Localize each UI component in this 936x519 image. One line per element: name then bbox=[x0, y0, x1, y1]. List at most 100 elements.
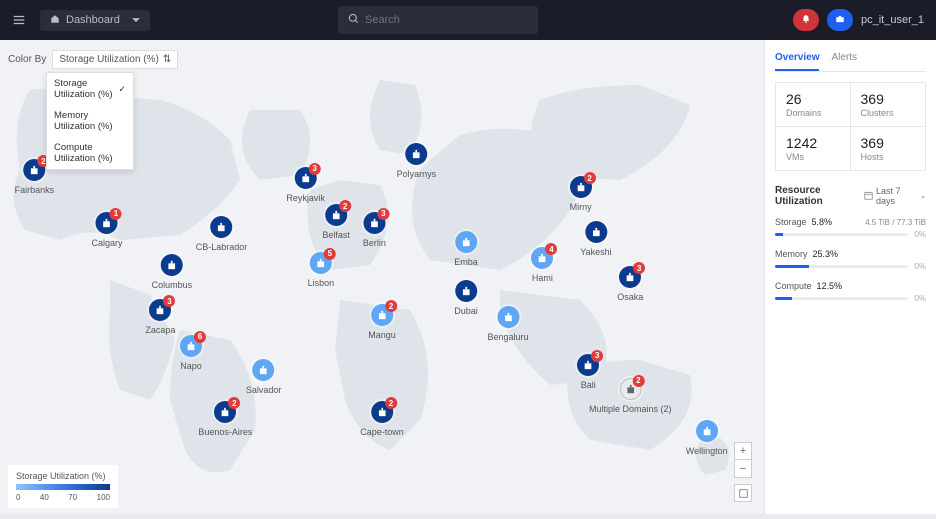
marker-dot[interactable]: 3 bbox=[363, 212, 385, 234]
map-marker[interactable]: 5Lisbon bbox=[308, 252, 335, 288]
dropdown-option-memory[interactable]: Memory Utilization (%) bbox=[47, 105, 133, 137]
stat-domains[interactable]: 26 Domains bbox=[776, 83, 851, 127]
map-marker[interactable]: Columbus bbox=[152, 254, 193, 290]
map-area[interactable]: Color By Storage Utilization (%) ⇅ Stora… bbox=[0, 40, 764, 514]
marker-dot[interactable] bbox=[211, 216, 233, 238]
marker-dot[interactable]: 3 bbox=[577, 354, 599, 376]
marker-dot[interactable]: 1 bbox=[96, 212, 118, 234]
marker-label: Buenos-Aires bbox=[198, 427, 252, 437]
marker-label: Fairbanks bbox=[15, 185, 55, 195]
map-marker[interactable]: 3 Zacapa bbox=[145, 299, 175, 335]
legend-title: Storage Utilization (%) bbox=[16, 471, 110, 481]
dropdown-option-storage[interactable]: Storage Utilization (%) ✓ bbox=[47, 73, 133, 105]
marker-label: Salvador bbox=[246, 385, 282, 395]
marker-dot[interactable] bbox=[585, 221, 607, 243]
marker-dot[interactable]: 6 bbox=[180, 335, 202, 357]
marker-label: Zacapa bbox=[145, 325, 175, 335]
stat-vms[interactable]: 1242 VMs bbox=[776, 127, 851, 170]
hamburger-icon[interactable] bbox=[12, 13, 32, 27]
zoom-out-button[interactable]: − bbox=[734, 460, 752, 478]
marker-badge: 3 bbox=[633, 262, 645, 274]
marker-dot[interactable]: 3 bbox=[295, 167, 317, 189]
marker-dot[interactable] bbox=[405, 143, 427, 165]
marker-label: Berlin bbox=[363, 238, 386, 248]
marker-label: Emba bbox=[454, 257, 478, 267]
marker-label: Osaka bbox=[617, 292, 643, 302]
chevron-down-icon bbox=[132, 14, 140, 26]
map-marker[interactable]: Dubai bbox=[454, 280, 478, 316]
marker-dot[interactable]: 2 bbox=[214, 401, 236, 423]
map-marker[interactable]: 2Cape-town bbox=[360, 401, 404, 437]
marker-badge: 2 bbox=[339, 200, 351, 212]
color-by-select[interactable]: Storage Utilization (%) ⇅ bbox=[52, 50, 178, 69]
search-input[interactable] bbox=[365, 14, 528, 26]
map-marker[interactable]: 3 Osaka bbox=[617, 266, 643, 302]
right-sidebar: Overview Alerts 26 Domains 369 Clusters … bbox=[764, 40, 936, 514]
breadcrumb-dropdown[interactable]: Dashboard bbox=[40, 10, 150, 31]
color-by-label: Color By bbox=[8, 54, 46, 65]
marker-label: Hami bbox=[531, 273, 553, 283]
sidebar-tabs: Overview Alerts bbox=[775, 48, 926, 72]
chevron-down-icon: ⌄ bbox=[920, 192, 926, 200]
stat-clusters[interactable]: 369 Clusters bbox=[851, 83, 926, 127]
tab-alerts[interactable]: Alerts bbox=[831, 48, 857, 71]
marker-dot[interactable]: 3 bbox=[619, 266, 641, 288]
map-marker[interactable]: 6Napo bbox=[180, 335, 202, 371]
marker-dot[interactable]: 2 bbox=[371, 304, 393, 326]
marker-label: Reykjavik bbox=[286, 193, 325, 203]
marker-badge: 2 bbox=[584, 172, 596, 184]
dropdown-option-compute[interactable]: Compute Utilization (%) bbox=[47, 137, 133, 169]
marker-dot[interactable]: 4 bbox=[531, 247, 553, 269]
map-marker[interactable]: Emba bbox=[454, 231, 478, 267]
check-icon: ✓ bbox=[118, 84, 126, 95]
map-marker[interactable]: 2Belfast bbox=[322, 204, 350, 240]
fullscreen-button[interactable] bbox=[734, 484, 752, 502]
marker-label: Mangu bbox=[368, 330, 396, 340]
marker-dot[interactable]: 2 bbox=[371, 401, 393, 423]
marker-label: Polyarnys bbox=[397, 169, 437, 179]
marker-dot[interactable] bbox=[497, 306, 519, 328]
marker-dot[interactable] bbox=[455, 231, 477, 253]
map-marker[interactable]: 4 Hami bbox=[531, 247, 553, 283]
util-memory: Memory 25.3% 0% bbox=[775, 249, 926, 271]
marker-dot[interactable] bbox=[161, 254, 183, 276]
map-marker[interactable]: 3 Reykjavik bbox=[286, 167, 325, 203]
map-marker[interactable]: 1Calgary bbox=[91, 212, 122, 248]
map-marker[interactable]: 2Multiple Domains (2) bbox=[589, 378, 672, 414]
zoom-in-button[interactable]: + bbox=[734, 442, 752, 460]
marker-dot[interactable] bbox=[253, 359, 275, 381]
resource-utilization-header: Resource Utilization Last 7 days ⌄ bbox=[775, 185, 926, 207]
map-marker[interactable]: Salvador bbox=[246, 359, 282, 395]
tab-overview[interactable]: Overview bbox=[775, 48, 819, 71]
marker-dot[interactable]: 2 bbox=[325, 204, 347, 226]
map-marker[interactable]: CB-Labrador bbox=[196, 216, 248, 252]
marker-badge: 2 bbox=[228, 397, 240, 409]
marker-dot[interactable]: 2 bbox=[619, 378, 641, 400]
marker-dot[interactable]: 2 bbox=[570, 176, 592, 198]
map-marker[interactable]: Yakeshi bbox=[580, 221, 611, 257]
user-label[interactable]: pc_it_user_1 bbox=[861, 14, 924, 26]
toolbox-button[interactable] bbox=[827, 9, 853, 31]
map-marker[interactable]: 3 Berlin bbox=[363, 212, 386, 248]
util-compute: Compute 12.5% 0% bbox=[775, 281, 926, 303]
map-marker[interactable]: 2Mirny bbox=[570, 176, 592, 212]
top-header: Dashboard pc_it_user_1 bbox=[0, 0, 936, 40]
map-marker[interactable]: 2 Buenos-Aires bbox=[198, 401, 252, 437]
map-marker[interactable]: Wellington bbox=[686, 420, 728, 456]
marker-dot[interactable] bbox=[696, 420, 718, 442]
stat-hosts[interactable]: 369 Hosts bbox=[851, 127, 926, 170]
color-by-control: Color By Storage Utilization (%) ⇅ Stora… bbox=[8, 50, 178, 69]
search-box[interactable] bbox=[338, 6, 538, 34]
marker-dot[interactable]: 5 bbox=[310, 252, 332, 274]
map-marker[interactable]: Polyarnys bbox=[397, 143, 437, 179]
marker-dot[interactable] bbox=[455, 280, 477, 302]
marker-dot[interactable]: 2 bbox=[23, 159, 45, 181]
marker-dot[interactable]: 3 bbox=[149, 299, 171, 321]
alerts-button[interactable] bbox=[793, 9, 819, 31]
period-selector[interactable]: Last 7 days ⌄ bbox=[864, 186, 926, 206]
legend-gradient bbox=[16, 484, 110, 490]
map-marker[interactable]: Bengaluru bbox=[488, 306, 529, 342]
legend: Storage Utilization (%) 0 40 70 100 bbox=[8, 465, 118, 508]
color-by-dropdown: Storage Utilization (%) ✓ Memory Utiliza… bbox=[46, 72, 134, 170]
map-marker[interactable]: 2 Mangu bbox=[368, 304, 396, 340]
